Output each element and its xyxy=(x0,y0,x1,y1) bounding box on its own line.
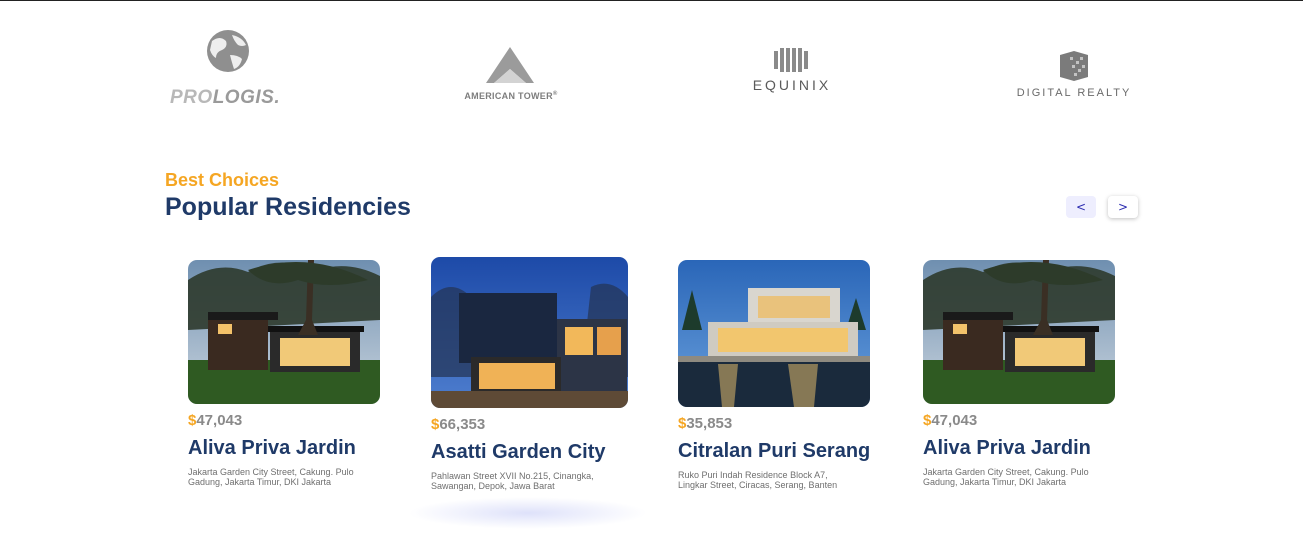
residency-price: $66,353 xyxy=(431,416,631,434)
tower-icon xyxy=(486,47,534,83)
globe-icon xyxy=(207,30,249,72)
residency-name[interactable]: Asatti Garden City xyxy=(431,440,631,464)
residency-price: $47,043 xyxy=(923,412,1123,430)
residency-card[interactable]: $47,043 Aliva Priva Jardin Jakarta Garde… xyxy=(188,260,388,487)
partner-logos: PROLOGIS. AMERICAN TOWER® EQUINIX DIGITA… xyxy=(0,1,1303,131)
price-value: 47,043 xyxy=(196,412,243,429)
prologis-logo: PROLOGIS. xyxy=(168,29,290,109)
section-title: Popular Residencies xyxy=(165,193,411,221)
residency-photo xyxy=(923,260,1115,404)
residency-photo xyxy=(431,257,628,408)
residency-price: $35,853 xyxy=(678,415,878,433)
prologis-mark: . xyxy=(274,87,281,108)
american-tower-mark: ® xyxy=(552,91,558,97)
equinix-logo: EQUINIX xyxy=(744,45,840,95)
prologis-word-bold: PRO xyxy=(170,87,213,108)
residency-address: Pahlawan Street XVII No.215, Cinangka, S… xyxy=(431,471,594,491)
residency-card[interactable]: $47,043 Aliva Priva Jardin Jakarta Garde… xyxy=(923,260,1123,487)
residency-address: Jakarta Garden City Street, Cakung. Pulo… xyxy=(923,467,1089,487)
residency-address: Jakarta Garden City Street, Cakung. Pulo… xyxy=(188,467,354,487)
carousel-next-button[interactable]: > xyxy=(1108,196,1138,218)
equinix-word: EQUINIX xyxy=(752,77,832,93)
section-kicker: Best Choices xyxy=(165,170,280,190)
residency-price: $47,043 xyxy=(188,412,388,430)
cube-icon xyxy=(1060,51,1088,81)
price-value: 66,353 xyxy=(439,416,486,433)
residency-address: Ruko Puri Indah Residence Block A7, Ling… xyxy=(678,470,838,490)
carousel-prev-button[interactable]: < xyxy=(1066,196,1096,218)
residency-name[interactable]: Citralan Puri Serang xyxy=(678,439,878,463)
residency-photo xyxy=(678,260,870,407)
residency-card[interactable]: $66,353 Asatti Garden City Pahlawan Stre… xyxy=(431,257,631,491)
residency-name[interactable]: Aliva Priva Jardin xyxy=(923,436,1123,460)
residency-name[interactable]: Aliva Priva Jardin xyxy=(188,436,388,460)
section-header: Best Choices Popular Residencies xyxy=(165,170,411,223)
card-hover-shadow xyxy=(408,497,648,529)
digital-realty-word: DIGITAL REALTY xyxy=(1016,87,1132,99)
residency-card[interactable]: $35,853 Citralan Puri Serang Ruko Puri I… xyxy=(678,260,878,490)
prologis-word-rest: LOGIS xyxy=(212,87,275,108)
price-value: 35,853 xyxy=(686,415,733,432)
equinix-icon xyxy=(774,48,808,72)
residency-photo xyxy=(188,260,380,404)
american-tower-logo: AMERICAN TOWER® xyxy=(446,45,576,105)
price-value: 47,043 xyxy=(931,412,978,429)
digital-realty-logo: DIGITAL REALTY xyxy=(1010,51,1138,101)
american-tower-word: AMERICAN TOWER xyxy=(464,91,553,101)
